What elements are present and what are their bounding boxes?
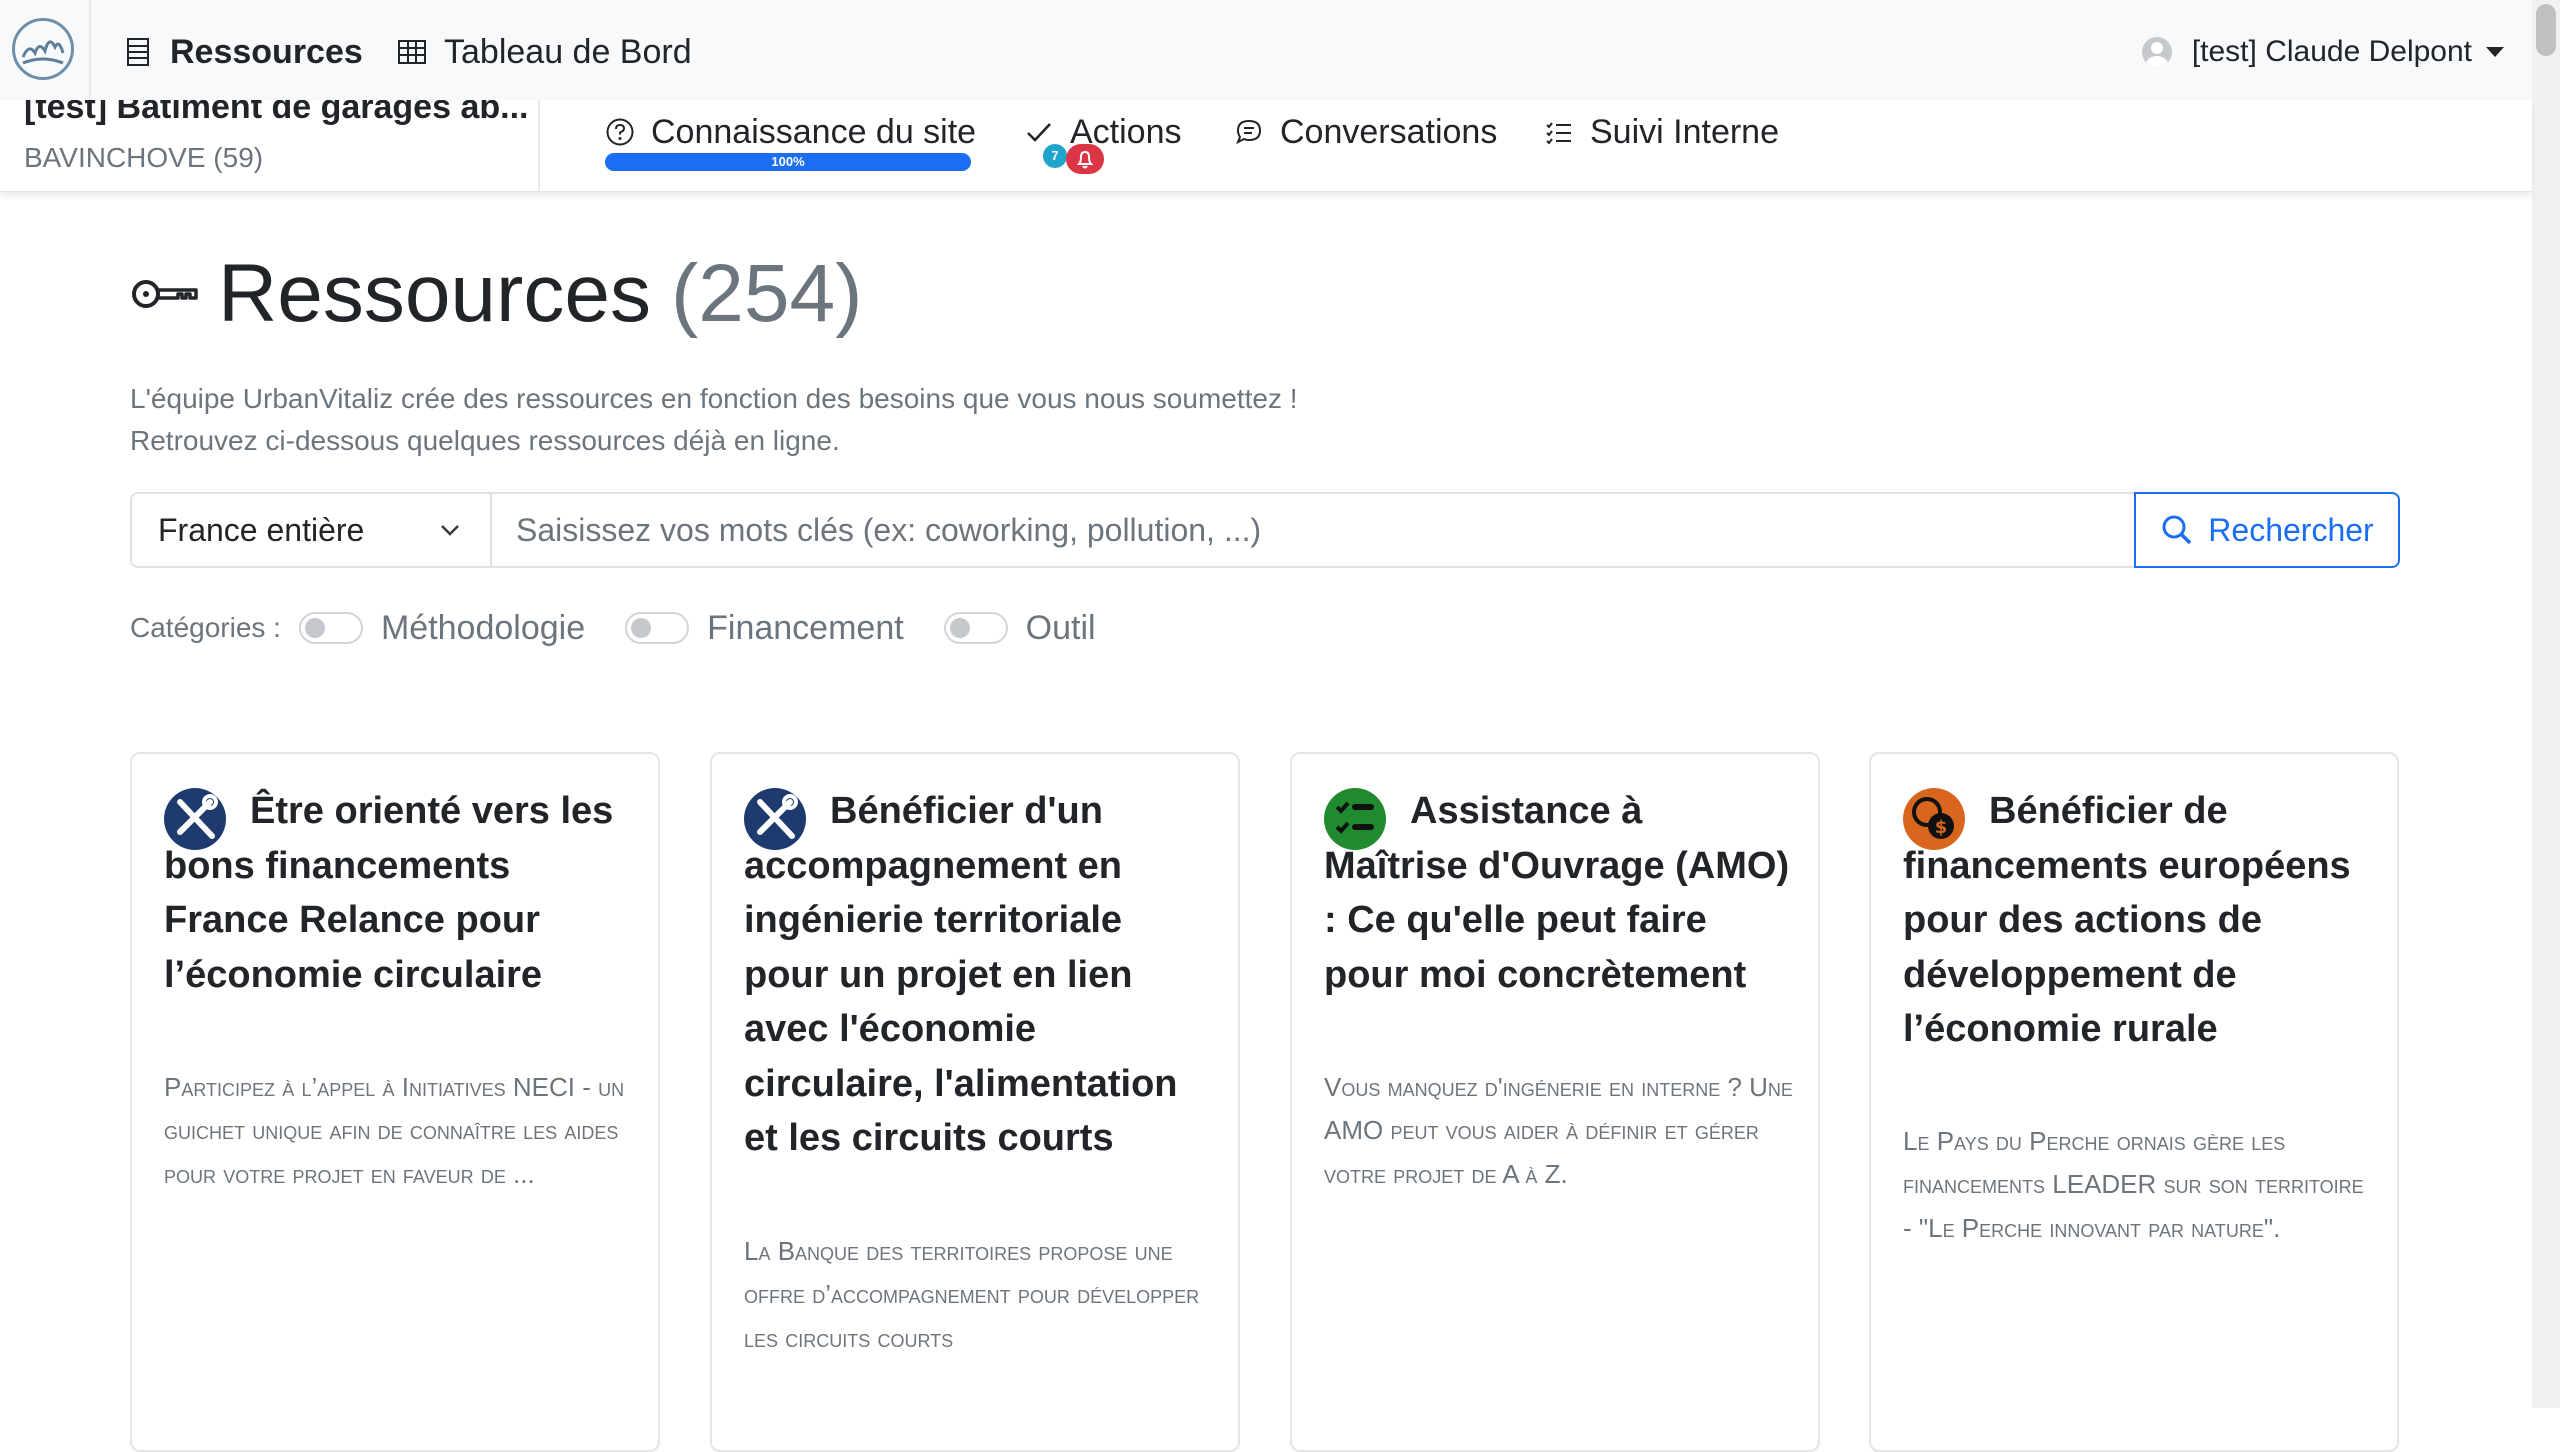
category-outil[interactable]: Outil bbox=[943, 608, 1096, 648]
question-circle-icon bbox=[606, 118, 634, 146]
search-icon bbox=[2162, 515, 2192, 545]
project-summary[interactable]: [test] Batiment de garages ab... BAVINCH… bbox=[0, 100, 540, 192]
card-title[interactable]: Bénéficier de financements européens pou… bbox=[1903, 784, 2373, 1057]
category-filters: Catégories : Méthodologie Financement Ou… bbox=[130, 600, 1136, 656]
resource-card[interactable]: $ Bénéficier de financements européens p… bbox=[1869, 752, 2399, 1452]
tab-conversations[interactable]: Conversations bbox=[1234, 110, 1497, 154]
search-button[interactable]: Rechercher bbox=[2134, 492, 2400, 568]
list-check-icon bbox=[1546, 122, 1571, 145]
chat-icon bbox=[1236, 119, 1262, 145]
tab-connaissance-du-site[interactable]: Connaissance du site bbox=[605, 110, 976, 154]
topbar-divider bbox=[89, 0, 91, 100]
tab-conversations-label: Conversations bbox=[1280, 112, 1498, 151]
user-name: [test] Claude Delpont bbox=[2191, 35, 2472, 68]
search-input-placeholder: Saisissez vos mots clés (ex: coworking, … bbox=[516, 511, 1262, 548]
tab-suivi-interne[interactable]: Suivi Interne bbox=[1544, 110, 1779, 154]
category-financement[interactable]: Financement bbox=[625, 609, 904, 648]
category-label: Méthodologie bbox=[380, 608, 586, 647]
nav-tableau-de-bord-label: Tableau de Bord bbox=[444, 32, 692, 71]
user-avatar-icon bbox=[2141, 37, 2172, 67]
scrollbar-thumb[interactable] bbox=[2536, 4, 2556, 56]
category-label: Financement bbox=[707, 608, 904, 647]
project-location: BAVINCHOVE (59) bbox=[24, 142, 264, 173]
urbanvitaliz-logo[interactable] bbox=[12, 18, 74, 80]
region-select[interactable]: France entière bbox=[130, 492, 492, 568]
card-description: Le Pays du Perche ornais gère les financ… bbox=[1903, 1126, 2364, 1243]
page-intro: L'équipe UrbanVitaliz crée des ressource… bbox=[130, 378, 1298, 462]
region-select-value: France entière bbox=[158, 511, 365, 548]
card-description: Vous manquez d'ingénerie en interne ? Un… bbox=[1324, 1072, 1793, 1189]
category-label: Outil bbox=[1025, 608, 1096, 647]
user-menu[interactable]: [test] Claude Delpont bbox=[2141, 30, 2504, 74]
card-title[interactable]: Être orienté vers les bons financements … bbox=[164, 784, 634, 1002]
search-input[interactable]: Saisissez vos mots clés (ex: coworking, … bbox=[492, 492, 2134, 568]
site-knowledge-progress: 100% bbox=[605, 153, 971, 171]
resource-card[interactable]: Bénéficier d'un accompagnement en ingéni… bbox=[710, 752, 1240, 1452]
toggle-switch[interactable] bbox=[943, 612, 1008, 644]
toggle-switch[interactable] bbox=[625, 612, 690, 644]
tab-connaissance-du-site-label: Connaissance du site bbox=[651, 112, 977, 151]
nav-ressources[interactable]: Ressources bbox=[122, 30, 363, 74]
list-icon bbox=[127, 38, 149, 66]
resource-card[interactable]: Assistance à Maîtrise d'Ouvrage (AMO) : … bbox=[1290, 752, 1820, 1452]
card-description: Participez à l’appel à Initiatives NECI … bbox=[164, 1072, 625, 1189]
table-icon bbox=[398, 40, 426, 64]
key-icon bbox=[132, 280, 198, 308]
intro-line-1: L'équipe UrbanVitaliz crée des ressource… bbox=[130, 383, 1298, 414]
nav-ressources-label: Ressources bbox=[170, 32, 363, 71]
resource-card[interactable]: Être orienté vers les bons financements … bbox=[130, 752, 660, 1452]
project-title: [test] Batiment de garages ab... bbox=[24, 100, 529, 126]
card-title[interactable]: Assistance à Maîtrise d'Ouvrage (AMO) : … bbox=[1324, 784, 1794, 1002]
tab-suivi-interne-label: Suivi Interne bbox=[1590, 112, 1779, 151]
page-heading: Ressources (254) bbox=[130, 244, 862, 344]
check-icon bbox=[1027, 123, 1051, 142]
caret-down-icon bbox=[2486, 47, 2504, 57]
category-methodologie[interactable]: Méthodologie bbox=[298, 608, 586, 648]
actions-count-badge: 7 bbox=[1043, 144, 1067, 168]
intro-line-2: Retrouvez ci-dessous quelques ressources… bbox=[130, 425, 840, 456]
card-title[interactable]: Bénéficier d'un accompagnement en ingéni… bbox=[744, 784, 1214, 1166]
top-navbar: Ressources Tableau de Bord [test] Claude… bbox=[0, 0, 2532, 100]
progress-fill: 100% bbox=[605, 153, 971, 171]
nav-tableau-de-bord[interactable]: Tableau de Bord bbox=[396, 30, 692, 74]
page-title: Ressources bbox=[218, 248, 651, 339]
search-button-label: Rechercher bbox=[2208, 511, 2374, 548]
toggle-switch[interactable] bbox=[298, 612, 363, 644]
chevron-down-icon bbox=[441, 525, 459, 536]
logo-icon bbox=[21, 40, 65, 65]
bell-icon bbox=[1066, 144, 1104, 174]
search-form: France entière Saisissez vos mots clés (… bbox=[130, 492, 2400, 568]
scrollbar-track[interactable] bbox=[2532, 0, 2560, 1408]
resource-count: (254) bbox=[670, 248, 863, 339]
card-description: La Banque des territoires propose une of… bbox=[744, 1236, 1200, 1353]
project-navbar: [test] Batiment de garages ab... BAVINCH… bbox=[0, 100, 2532, 192]
categories-label: Catégories : bbox=[130, 612, 281, 643]
